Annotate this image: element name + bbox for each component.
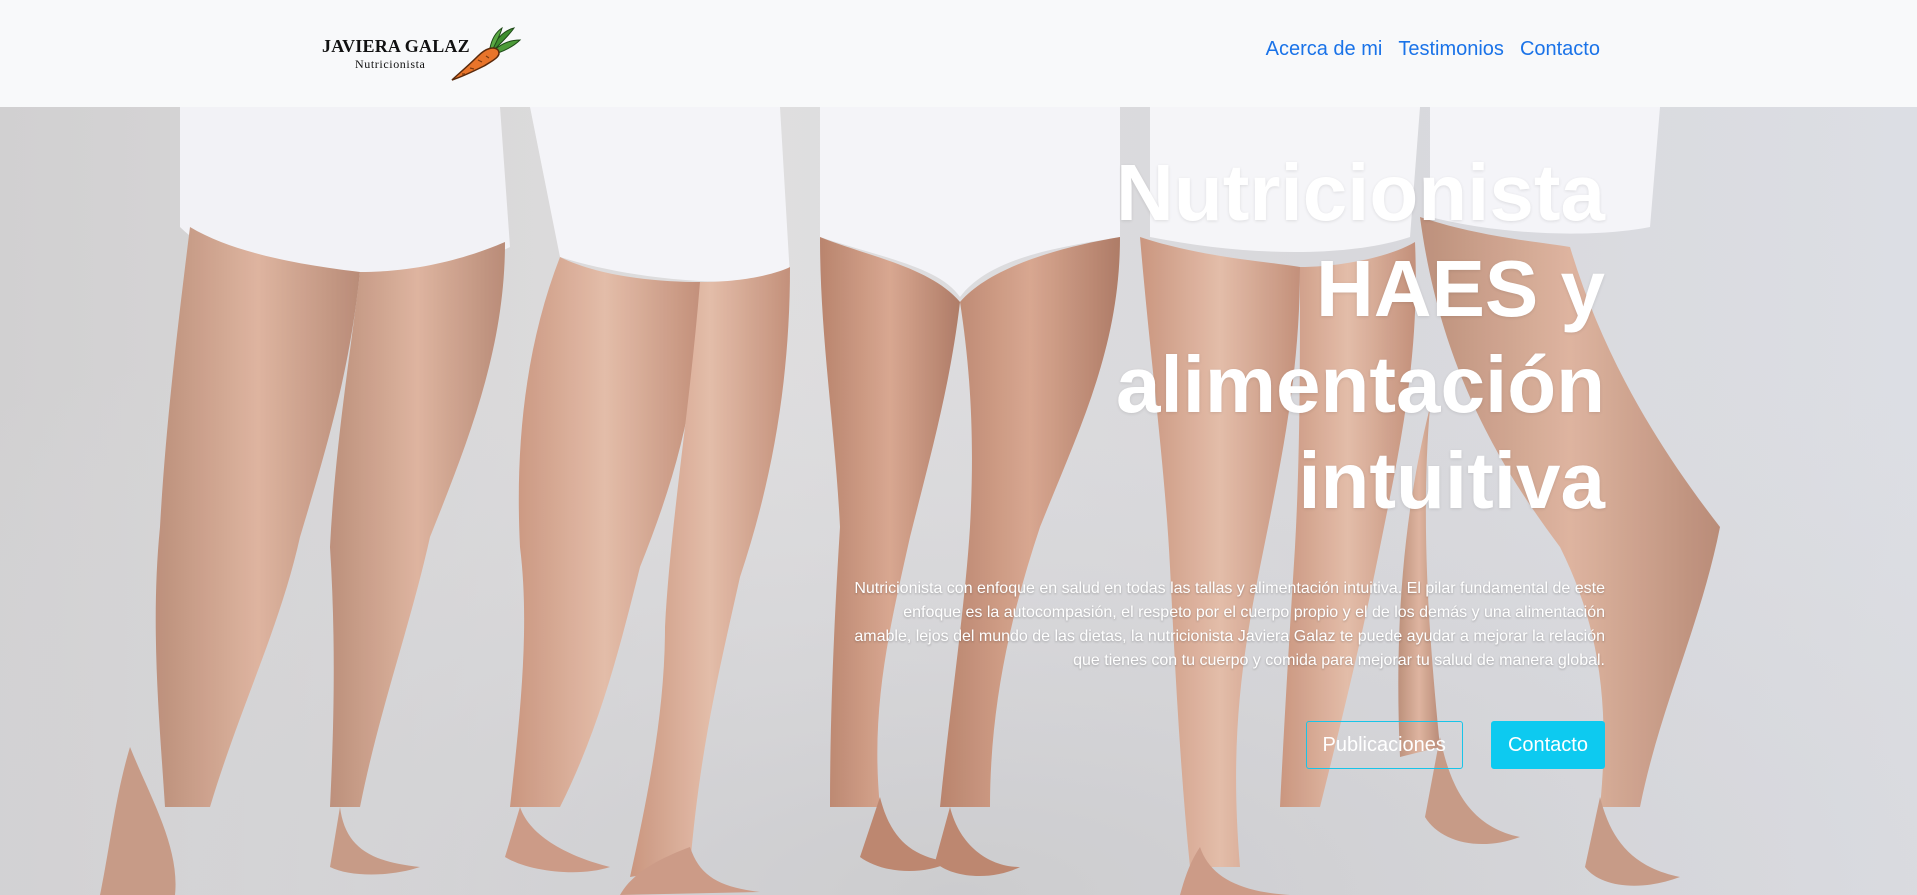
- hero-content: Nutricionista HAES y alimentación intuit…: [845, 145, 1605, 769]
- nav-link-testimonios[interactable]: Testimonios: [1398, 38, 1504, 61]
- navbar: JAVIERA GALAZ Nutricionista Acerca de mi…: [0, 0, 1917, 107]
- carrot-icon: [451, 26, 522, 81]
- brand-logo[interactable]: JAVIERA GALAZ Nutricionista: [322, 26, 522, 84]
- hero-buttons: Publicaciones Contacto: [845, 721, 1605, 769]
- hero-description: Nutricionista con enfoque en salud en to…: [854, 580, 1605, 669]
- publicaciones-button[interactable]: Publicaciones: [1305, 721, 1463, 769]
- contacto-button[interactable]: Contacto: [1490, 721, 1605, 769]
- nav-link-acerca[interactable]: Acerca de mi: [1266, 38, 1383, 61]
- nav-links: Acerca de mi Testimonios Contacto: [1266, 38, 1600, 61]
- hero-section: Nutricionista HAES y alimentación intuit…: [0, 107, 1917, 895]
- hero-title: Nutricionista HAES y alimentación intuit…: [1115, 148, 1605, 525]
- nav-link-contacto[interactable]: Contacto: [1520, 38, 1600, 61]
- brand-subtitle: Nutricionista: [355, 57, 426, 71]
